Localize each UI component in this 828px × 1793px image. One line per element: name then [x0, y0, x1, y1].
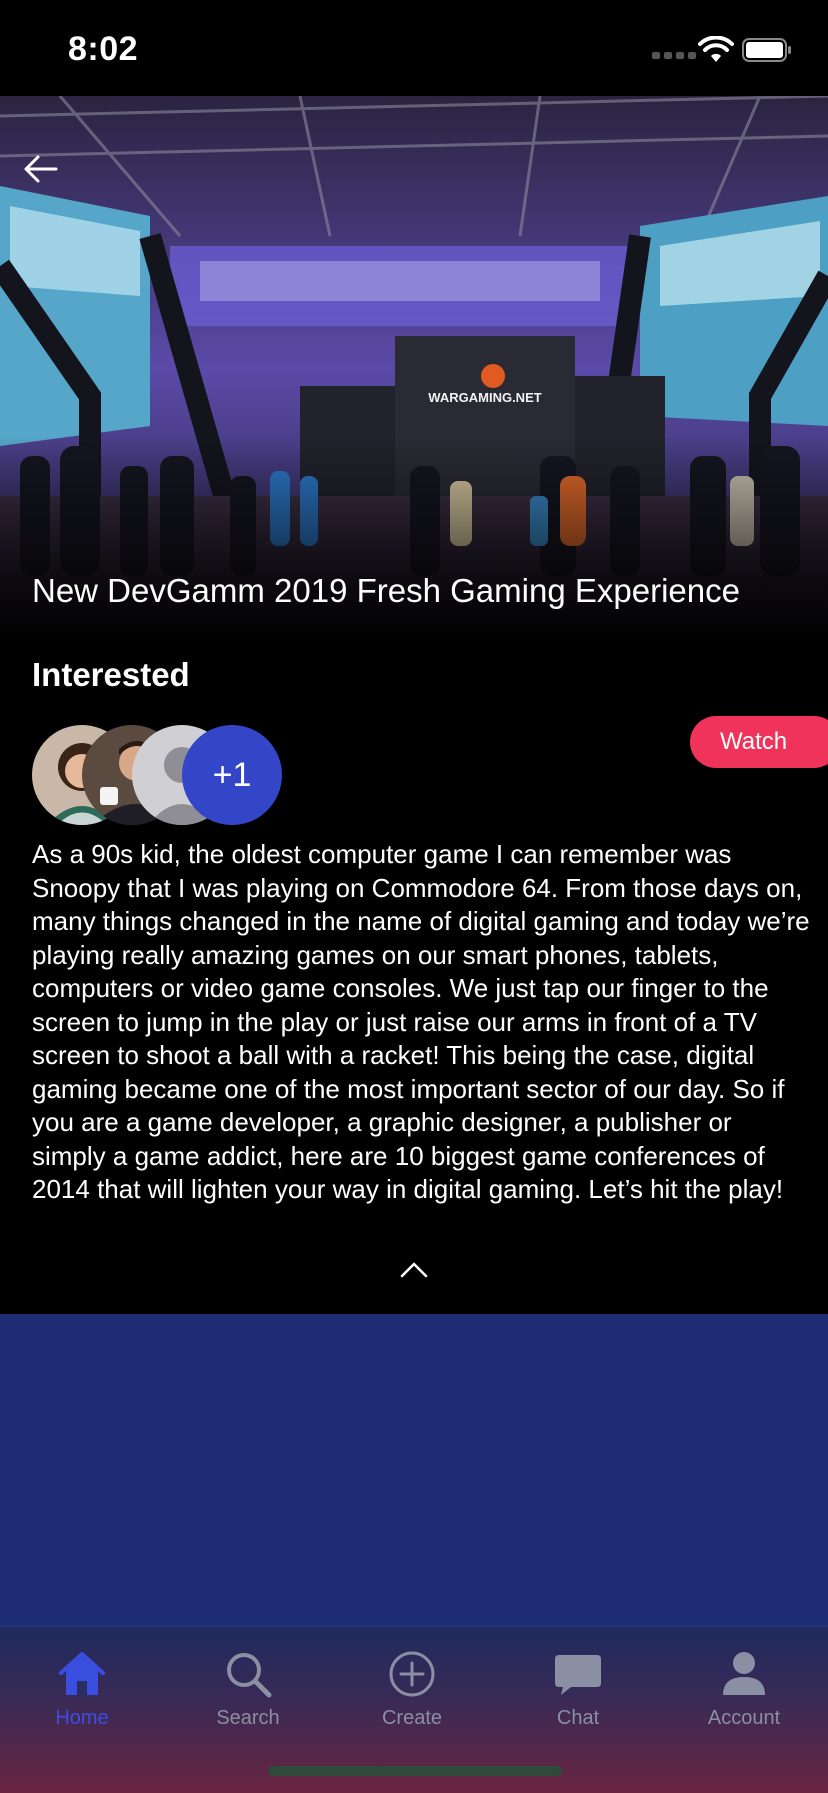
wifi-icon — [698, 36, 734, 62]
back-arrow-icon[interactable] — [20, 152, 60, 186]
tab-account[interactable]: Account — [674, 1637, 814, 1747]
event-description: As a 90s kid, the oldest computer game I… — [32, 839, 810, 1204]
interested-avatars[interactable]: +1 — [32, 725, 292, 825]
tab-create-label: Create — [381, 1707, 443, 1729]
tab-chat[interactable]: Chat — [508, 1637, 648, 1747]
tab-home[interactable]: Home — [12, 1637, 152, 1747]
more-attendees-count[interactable]: +1 — [182, 725, 282, 825]
search-icon — [227, 1653, 272, 1698]
tab-create[interactable]: Create — [342, 1637, 482, 1747]
tab-chat-label: Chat — [556, 1707, 600, 1729]
plus-circle-icon — [389, 1651, 435, 1697]
tab-home-label: Home — [55, 1707, 109, 1729]
interested-heading: Interested — [32, 656, 190, 693]
watch-button[interactable]: Watch — [690, 716, 828, 768]
booth-banner-text: WARGAMING.NET — [428, 390, 541, 405]
person-icon — [723, 1652, 765, 1695]
tab-search-label: Search — [216, 1707, 280, 1729]
battery-icon — [742, 38, 791, 62]
home-indicator[interactable] — [268, 1766, 562, 1776]
tab-search[interactable]: Search — [178, 1637, 318, 1747]
tab-account-label: Account — [707, 1707, 781, 1729]
event-title: New DevGamm 2019 Fresh Gaming Experience — [32, 572, 740, 609]
home-icon — [59, 1652, 105, 1695]
event-hero-image: WARGAMING.NET New DevGamm 2019 Fresh Gam… — [0, 96, 828, 640]
content-area — [0, 1314, 828, 1626]
chat-bubble-icon — [555, 1655, 601, 1695]
status-bar: 8:02 — [0, 0, 828, 96]
chevron-up-icon[interactable] — [400, 1260, 428, 1278]
expo-hall-photo: WARGAMING.NET — [0, 96, 828, 640]
cellular-signal-icon — [652, 52, 696, 59]
status-time: 8:02 — [68, 30, 139, 68]
